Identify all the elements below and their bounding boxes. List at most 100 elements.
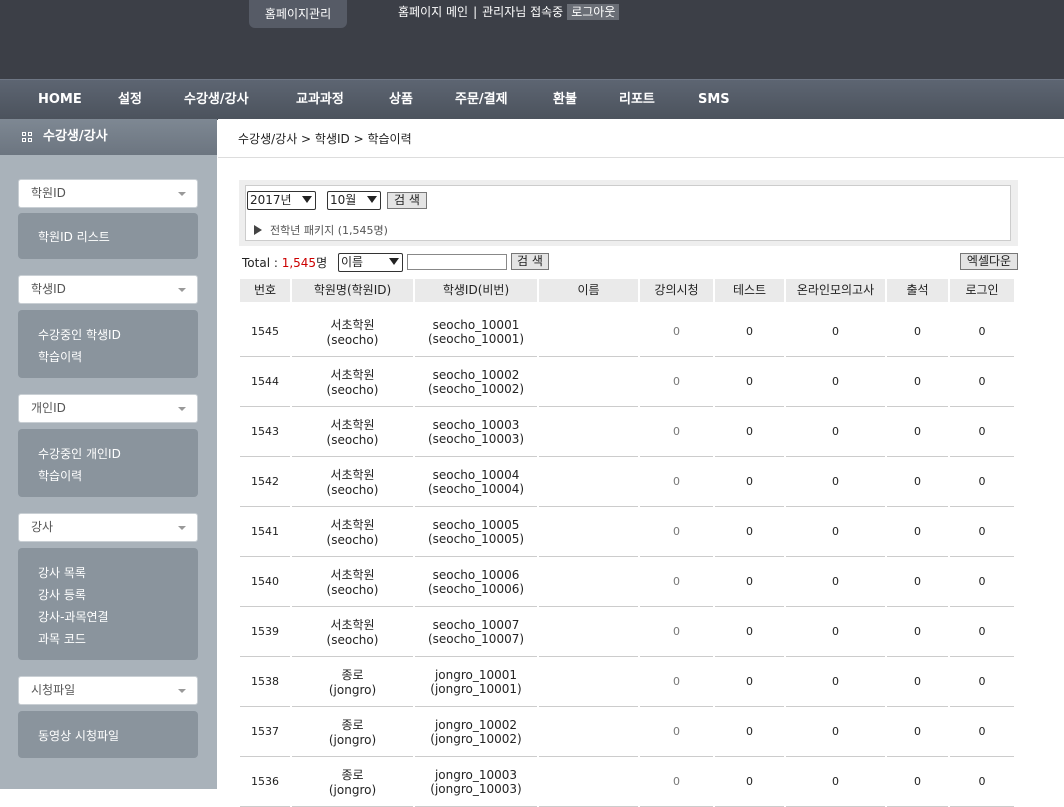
cell-academy: 서초학원 (seocho): [292, 507, 413, 557]
cell-login: 0: [950, 657, 1014, 707]
cell-mock-exam: 0: [786, 507, 885, 557]
year-select-value: 2017년: [250, 193, 292, 207]
cell-name: [539, 357, 638, 407]
cell-academy: 서초학원 (seocho): [292, 557, 413, 607]
cell-attendance: 0: [887, 307, 948, 357]
cell-academy-academy: 종로: [341, 668, 364, 682]
cell-lecture: 0: [640, 757, 713, 807]
nav-products[interactable]: 상품: [389, 80, 413, 120]
total-count: Total : 1,545명: [242, 254, 327, 271]
col-header-login: 로그인: [950, 279, 1016, 302]
cell-student-id-pw: (seocho_10005): [427, 531, 525, 546]
cell-test-test: 0: [746, 425, 753, 438]
nav-curriculum[interactable]: 교과과정: [296, 80, 344, 120]
cell-academy-academy_id: (seocho): [326, 333, 379, 347]
sidebar-link-personal-history[interactable]: 학습이력: [38, 468, 82, 484]
cell-login-login: 0: [978, 625, 986, 638]
cell-academy-academy: 서초학원: [330, 368, 375, 382]
cell-lecture-lecture: 0: [673, 525, 680, 538]
table-row: 1542 서초학원 (seocho) seocho_10004 (seocho_1000…: [240, 457, 1016, 507]
cell-number: 1542: [240, 457, 290, 507]
table-row: 1544 서초학원 (seocho) seocho_10002 (seocho_1000…: [240, 357, 1016, 407]
breadcrumb: 수강생/강사 > 학생ID > 학습이력: [238, 132, 412, 146]
cell-mock-exam-mock: 0: [832, 625, 839, 638]
sidebar-select-personal-id[interactable]: 개인ID: [18, 394, 198, 423]
sidebar-select-instructor[interactable]: 강사: [18, 513, 198, 542]
nav-settings[interactable]: 설정: [118, 80, 142, 120]
cell-mock-exam-mock: 0: [832, 675, 839, 688]
month-select[interactable]: 10월: [327, 191, 381, 210]
cell-student-id-pw: (seocho_10003): [427, 431, 525, 446]
cell-attendance-attend: 0: [914, 675, 921, 688]
cell-name: [539, 607, 638, 657]
package-toggle[interactable]: 전학년 패키지 (1,545명): [254, 222, 388, 238]
sidebar-link-instructor-subject[interactable]: 강사-과목연결: [38, 609, 109, 625]
cell-number: 1540: [240, 557, 290, 607]
homepage-admin-tab[interactable]: 홈페이지관리: [249, 0, 347, 28]
chevron-down-icon: [178, 288, 186, 292]
cell-number-no: 1536: [251, 775, 279, 788]
cell-test-test: 0: [746, 625, 753, 638]
excel-download-button[interactable]: 엑셀다운: [960, 253, 1018, 270]
sidebar-select-view-files[interactable]: 시청파일: [18, 676, 198, 705]
nav-refund[interactable]: 환불: [553, 80, 577, 120]
col-header-lecture: 강의시청: [640, 279, 715, 302]
cell-login-login: 0: [978, 675, 986, 688]
sidebar-link-student-history[interactable]: 학습이력: [38, 349, 82, 365]
cell-student-id-pw: (seocho_10004): [427, 481, 525, 496]
sidebar-link-active-student-id[interactable]: 수강중인 학생ID: [38, 327, 121, 343]
cell-lecture-lecture: 0: [673, 725, 680, 738]
table-row: 1545 서초학원 (seocho) seocho_10001 (seocho_1000…: [240, 307, 1016, 357]
cell-test-test: 0: [746, 525, 753, 538]
cell-attendance: 0: [887, 357, 948, 407]
sidebar-title: 수강생/강사: [0, 119, 217, 155]
package-label: 전학년 패키지 (1,545명): [270, 224, 388, 237]
chevron-down-icon: [178, 192, 186, 196]
sidebar-link-active-personal-id[interactable]: 수강중인 개인ID: [38, 446, 121, 462]
cell-number: 1539: [240, 607, 290, 657]
homepage-main-link[interactable]: 홈페이지 메인: [398, 5, 468, 19]
nav-orders-payment[interactable]: 주문/결제: [455, 80, 508, 120]
filter-select[interactable]: 이름: [338, 253, 403, 272]
year-select[interactable]: 2017년: [247, 191, 316, 210]
logout-button[interactable]: 로그아웃: [567, 4, 620, 20]
col-header-academy: 학원명(학원ID): [292, 279, 415, 302]
nav-students-instructors[interactable]: 수강생/강사: [184, 80, 249, 120]
cell-number-no: 1543: [251, 425, 279, 438]
sidebar-link-instructor-list[interactable]: 강사 목록: [38, 565, 86, 581]
sidebar-panel-instructor: 강사 목록 강사 등록 강사-과목연결 과목 코드: [18, 548, 198, 660]
nav-home[interactable]: HOME: [38, 80, 82, 120]
table-row: 1543 서초학원 (seocho) seocho_10003 (seocho_1000…: [240, 407, 1016, 457]
sidebar-select-student-id[interactable]: 학생ID: [18, 275, 198, 304]
cell-academy-academy_id: (jongro): [328, 783, 377, 797]
list-search-button[interactable]: 검 색: [511, 253, 549, 270]
cell-test: 0: [715, 757, 784, 807]
nav-report[interactable]: 리포트: [619, 80, 655, 120]
cell-attendance-attend: 0: [914, 625, 921, 638]
cell-number-no: 1545: [251, 325, 279, 338]
cell-login-login: 0: [978, 525, 986, 538]
cell-test: 0: [715, 407, 784, 457]
cell-lecture-lecture: 0: [673, 475, 680, 488]
cell-test: 0: [715, 657, 784, 707]
cell-test-test: 0: [746, 725, 753, 738]
sidebar-link-academy-id-list[interactable]: 학원ID 리스트: [38, 229, 110, 245]
sidebar-link-video-files[interactable]: 동영상 시청파일: [38, 728, 119, 744]
cell-mock-exam-mock: 0: [832, 775, 839, 788]
cell-lecture: 0: [640, 407, 713, 457]
cell-number-no: 1538: [251, 675, 279, 688]
nav-sms[interactable]: SMS: [698, 80, 730, 120]
cell-name: [539, 307, 638, 357]
sidebar-link-instructor-register[interactable]: 강사 등록: [38, 587, 86, 603]
cell-lecture: 0: [640, 607, 713, 657]
search-button[interactable]: 검 색: [387, 192, 427, 209]
cell-login: 0: [950, 707, 1014, 757]
cell-lecture-lecture: 0: [673, 625, 680, 638]
cell-test: 0: [715, 507, 784, 557]
sidebar-link-subject-code[interactable]: 과목 코드: [38, 631, 86, 647]
cell-attendance: 0: [887, 457, 948, 507]
sidebar-select-academy-id[interactable]: 학원ID: [18, 179, 198, 208]
name-search-input[interactable]: [407, 254, 507, 270]
content-header: 수강생/강사 > 학생ID > 학습이력: [218, 119, 1064, 158]
cell-login: 0: [950, 557, 1014, 607]
